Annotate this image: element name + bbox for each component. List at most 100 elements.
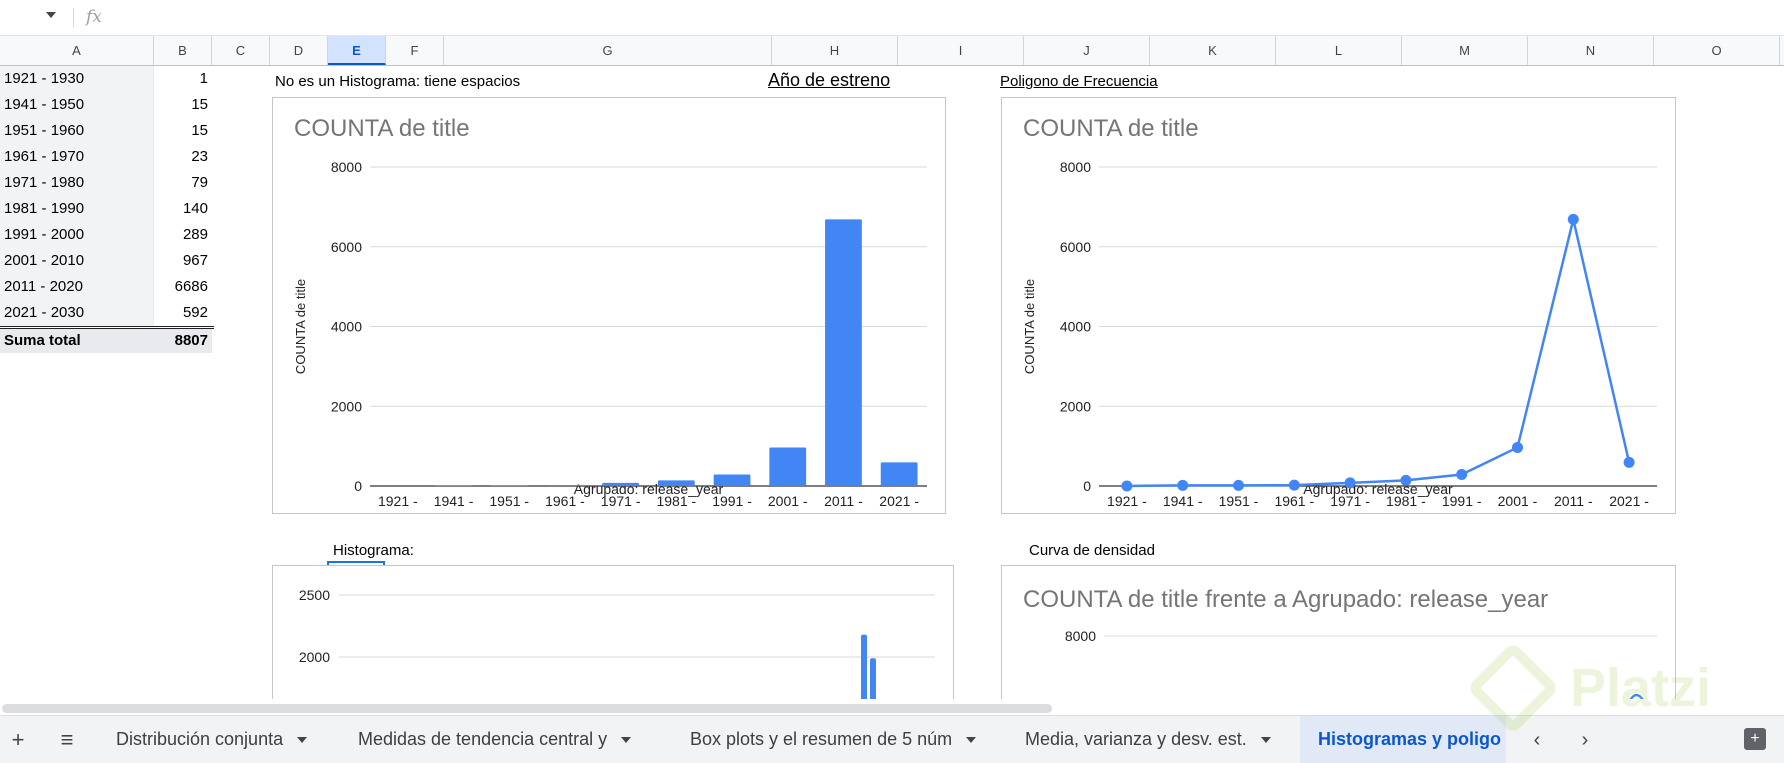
column-header-f[interactable]: F: [386, 36, 444, 65]
x-tick-label: 1991 -: [712, 493, 752, 509]
watermark-text: Platzi: [1570, 658, 1712, 718]
name-box[interactable]: [0, 4, 70, 32]
y-tick-label: 0: [1083, 478, 1091, 494]
sheet-grid[interactable]: 1921 - 1930 1 1941 - 1950 15 1951 - 1960 15 19…: [0, 66, 1784, 699]
y-tick-label: 2000: [1060, 398, 1091, 414]
x-tick-label: 1951 -: [1219, 493, 1259, 509]
pivot-row[interactable]: 2001 - 2010 967: [0, 248, 214, 274]
pivot-range-cell[interactable]: 1981 - 1990: [0, 196, 154, 222]
bar: [825, 219, 862, 486]
y-axis-label: COUNTA de title: [1022, 279, 1037, 374]
pivot-range-cell[interactable]: 1961 - 1970: [0, 144, 154, 170]
pivot-range-cell[interactable]: 1971 - 1980: [0, 170, 154, 196]
chevron-down-icon[interactable]: [46, 12, 56, 18]
x-tick-label: 1990: [661, 510, 692, 513]
column-header-i[interactable]: I: [898, 36, 1024, 65]
x-tick-label: 2020: [1558, 510, 1589, 513]
tab-menu-chevron-icon[interactable]: [1260, 737, 1271, 744]
pivot-count-cell[interactable]: 967: [154, 248, 212, 274]
column-header-a[interactable]: A: [0, 36, 154, 65]
pivot-count-cell[interactable]: 289: [154, 222, 212, 248]
frequency-polygon-label[interactable]: Poligono de Frecuencia: [1000, 73, 1158, 90]
pivot-total-row[interactable]: Suma total 8807: [0, 326, 214, 353]
column-header-c[interactable]: C: [212, 36, 270, 65]
column-header-k[interactable]: K: [1150, 36, 1276, 65]
column-header-o[interactable]: O: [1654, 36, 1780, 65]
tab-menu-chevron-icon[interactable]: [966, 737, 977, 744]
hamburger-icon[interactable]: ≡: [53, 726, 81, 754]
data-point: [1344, 477, 1356, 489]
x-tick-label: 1921 -: [1107, 493, 1147, 509]
pivot-count-cell[interactable]: 592: [154, 300, 212, 326]
column-header-m[interactable]: M: [1402, 36, 1528, 65]
density-curve-label[interactable]: Curva de densidad: [1029, 542, 1155, 559]
histogram-label[interactable]: Histograma:: [333, 542, 414, 559]
sheet-tab-label: Medidas de tendencia central y: [358, 729, 608, 749]
column-header-d[interactable]: D: [270, 36, 328, 65]
pivot-row[interactable]: 1981 - 1990 140: [0, 196, 214, 222]
pivot-count-cell[interactable]: 6686: [154, 274, 212, 300]
y-tick-label: 4000: [1060, 319, 1091, 335]
tab-menu-chevron-icon[interactable]: [621, 737, 632, 744]
pivot-range-cell[interactable]: 2001 - 2010: [0, 248, 154, 274]
x-tick-label: 1930: [1111, 510, 1142, 513]
pivot-row[interactable]: 1991 - 2000 289: [0, 222, 214, 248]
pivot-count-cell[interactable]: 15: [154, 118, 212, 144]
x-tick-label: 1961 -: [1274, 493, 1314, 509]
sheet-tab[interactable]: Medidas de tendencia central y: [340, 716, 666, 763]
sheet-tab-label: Media, varianza y desv. est.: [1025, 729, 1247, 749]
x-tick-label: 2030: [884, 510, 915, 513]
column-header-e[interactable]: E: [328, 36, 386, 65]
pivot-range-cell[interactable]: 2021 - 2030: [0, 300, 154, 326]
x-tick-label: 1960: [1223, 510, 1254, 513]
column-header-b[interactable]: B: [154, 36, 212, 65]
pivot-count-cell[interactable]: 15: [154, 92, 212, 118]
scrollbar-thumb[interactable]: [2, 704, 1052, 713]
pivot-total-value[interactable]: 8807: [154, 329, 212, 353]
pivot-range-cell[interactable]: 1941 - 1950: [0, 92, 154, 118]
x-tick-label: 1950: [1167, 510, 1198, 513]
column-header-h[interactable]: H: [772, 36, 898, 65]
bar: [713, 474, 751, 486]
x-tick-label: 1960: [494, 510, 525, 513]
data-point: [1121, 480, 1133, 492]
column-header-l[interactable]: L: [1276, 36, 1402, 65]
pivot-count-cell[interactable]: 1: [154, 66, 212, 92]
pivot-range-cell[interactable]: 2011 - 2020: [0, 274, 154, 300]
pivot-count-cell[interactable]: 140: [154, 196, 212, 222]
x-tick-label: 1941 -: [1163, 493, 1203, 509]
pivot-count-cell[interactable]: 79: [154, 170, 212, 196]
pivot-total-label[interactable]: Suma total: [0, 329, 154, 353]
x-tick-label: 1980: [1335, 510, 1366, 513]
line-chart[interactable]: COUNTA de title 0 2000 4000 6000 8000 COUNTA …: [1001, 97, 1676, 514]
plus-icon[interactable]: +: [4, 726, 32, 754]
bar-chart[interactable]: COUNTA de title 0 2000 4000 6000 8000 COUNTA …: [272, 97, 946, 514]
column-header-j[interactable]: J: [1024, 36, 1150, 65]
pivot-range-cell[interactable]: 1921 - 1930: [0, 66, 154, 92]
x-tick-label: 1970: [1279, 510, 1310, 513]
y-tick-label: 2000: [331, 398, 362, 414]
pivot-count-cell[interactable]: 23: [154, 144, 212, 170]
sheet-tab[interactable]: Media, varianza y desv. est.: [1007, 716, 1294, 763]
pivot-range-cell[interactable]: 1951 - 1960: [0, 118, 154, 144]
not-histogram-label[interactable]: No es un Histograma: tiene espacios: [275, 73, 520, 90]
column-header-g[interactable]: G: [444, 36, 772, 65]
pivot-row[interactable]: 2011 - 2020 6686: [0, 274, 214, 300]
x-tick-label: 1961 -: [545, 493, 585, 509]
year-heading[interactable]: Año de estreno: [768, 70, 890, 91]
sheet-tab[interactable]: Distribución conjunta: [98, 716, 334, 763]
pivot-row[interactable]: 1961 - 1970 23: [0, 144, 214, 170]
x-tick-label: 2030: [1614, 510, 1645, 513]
x-tick-label: 2010: [1502, 510, 1533, 513]
column-header-n[interactable]: N: [1528, 36, 1654, 65]
tab-menu-chevron-icon[interactable]: [297, 737, 308, 744]
pivot-row[interactable]: 1941 - 1950 15: [0, 92, 214, 118]
pivot-row[interactable]: 2021 - 2030 592: [0, 300, 214, 326]
sheet-tab[interactable]: Box plots y el resumen de 5 núm: [672, 716, 1001, 763]
pivot-row[interactable]: 1971 - 1980 79: [0, 170, 214, 196]
pivot-row[interactable]: 1921 - 1930 1: [0, 66, 214, 92]
pivot-row[interactable]: 1951 - 1960 15: [0, 118, 214, 144]
y-axis-label: COUNTA de title: [293, 279, 308, 374]
pivot-range-cell[interactable]: 1991 - 2000: [0, 222, 154, 248]
histogram-chart[interactable]: 2000 2500: [272, 565, 954, 699]
